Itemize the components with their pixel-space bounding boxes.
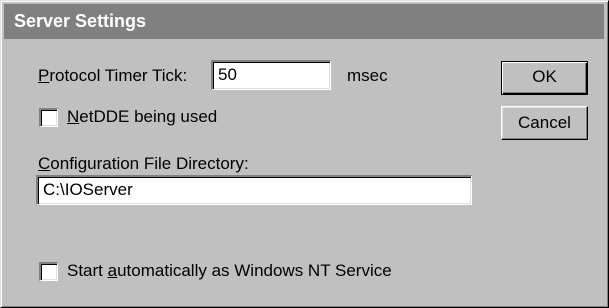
netdde-checkbox[interactable] bbox=[39, 108, 58, 127]
window-title: Server Settings bbox=[14, 11, 147, 31]
title-bar: Server Settings bbox=[4, 4, 604, 39]
protocol-timer-input[interactable]: 50 bbox=[211, 60, 331, 90]
autostart-label[interactable]: Start automatically as Windows NT Servic… bbox=[67, 261, 392, 281]
protocol-timer-label: Protocol Timer Tick: bbox=[38, 66, 188, 85]
config-dir-input[interactable]: C:\IOServer bbox=[36, 175, 472, 205]
netdde-label[interactable]: NetDDE being used bbox=[67, 107, 217, 127]
cancel-button[interactable]: Cancel bbox=[501, 106, 588, 140]
config-dir-label: Configuration File Directory: bbox=[38, 154, 249, 173]
ok-button[interactable]: OK bbox=[501, 61, 588, 95]
msec-unit-label: msec bbox=[347, 66, 388, 85]
server-settings-dialog: Server Settings Protocol Timer Tick: 50 … bbox=[0, 0, 609, 308]
autostart-checkbox[interactable] bbox=[39, 262, 58, 281]
